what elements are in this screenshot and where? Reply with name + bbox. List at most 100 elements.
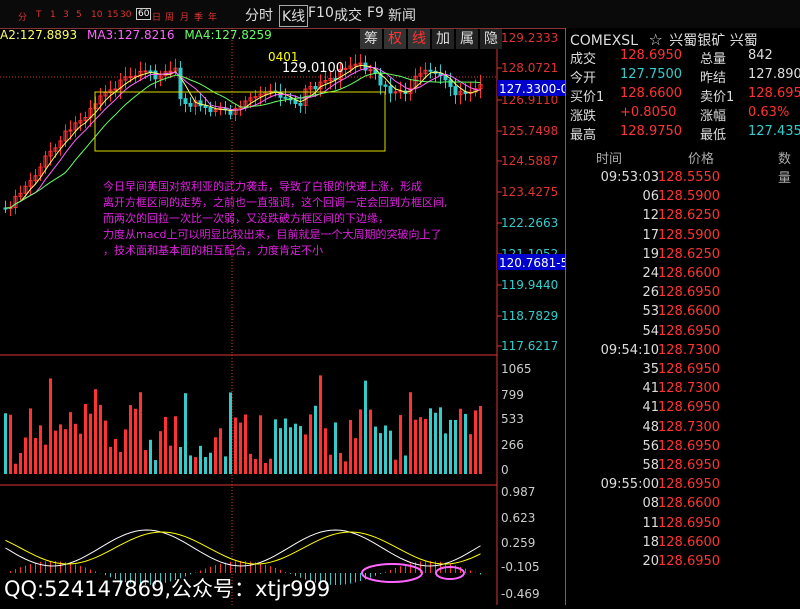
volume-bar xyxy=(404,455,407,474)
candle-body xyxy=(148,70,153,73)
annotation-line-0: 今日早间美国对叙利亚的武力袭击，导致了白银的快速上涨，形成 xyxy=(103,180,422,193)
volume-tick-1: 799 xyxy=(501,388,524,402)
volume-bar xyxy=(329,454,332,474)
period-2[interactable]: 1 xyxy=(50,10,56,20)
period-3[interactable]: 3 xyxy=(63,10,69,20)
kline-chart[interactable]: 129.2333 128.0721 126.9110 125.7498 124.5887… xyxy=(0,27,568,605)
volume-bar xyxy=(159,431,162,474)
period-1[interactable]: T xyxy=(36,10,42,20)
period-9[interactable]: 日 xyxy=(152,10,161,23)
kline-chart-canvas[interactable]: 129.2333128.0721126.9110125.7498124.5887… xyxy=(0,27,568,605)
period-12[interactable]: 季 xyxy=(194,10,203,23)
volume-bar xyxy=(189,455,192,474)
volume-bar xyxy=(54,430,57,474)
volume-bar xyxy=(394,459,397,474)
chart-tag-2[interactable]: 线 xyxy=(408,29,430,49)
volume-bar xyxy=(164,416,167,474)
chart-tag-4[interactable]: 属 xyxy=(456,29,478,49)
volume-bar xyxy=(109,446,112,474)
trade-price: 128.7300 xyxy=(658,419,721,435)
period-7[interactable]: 30 xyxy=(120,10,131,20)
trade-time: 24 xyxy=(642,266,659,281)
trade-time: 26 xyxy=(642,285,659,301)
period-11[interactable]: 月 xyxy=(180,10,189,23)
chart-tag-1[interactable]: 权 xyxy=(384,29,406,49)
chart-tag-0[interactable]: 筹 xyxy=(360,29,382,49)
volume-bar xyxy=(104,420,107,474)
candle-body xyxy=(178,67,183,100)
ma3-value: MA3:127.8216 xyxy=(86,28,175,42)
volume-bar xyxy=(39,425,42,474)
candle-body xyxy=(113,88,118,91)
price-axis: 129.2333128.0721126.9110125.7498124.5887… xyxy=(497,31,558,353)
quote-v1: 128.6950 xyxy=(620,48,683,63)
view-button-5[interactable]: 新闻 xyxy=(388,5,416,25)
macd-tick-3: -0.105 xyxy=(501,560,540,574)
current-price-flag: 127.3300-0 xyxy=(499,82,565,96)
volume-bar xyxy=(244,414,247,474)
ma-legend: A2:127.8893 MA3:127.8216 MA4:127.8259 xyxy=(0,28,300,46)
star-icon[interactable]: ☆ xyxy=(648,30,662,49)
volume-bar xyxy=(274,419,277,474)
period-4[interactable]: 5 xyxy=(76,10,82,20)
trade-price: 128.5900 xyxy=(658,189,721,205)
trade-time: 53 xyxy=(642,304,659,320)
volume-bar xyxy=(434,412,437,474)
volume-bar xyxy=(479,406,482,474)
quote-l1: 最高 xyxy=(570,128,597,143)
view-button-3[interactable]: 成交 xyxy=(334,5,362,25)
trade-price: 128.6600 xyxy=(658,496,721,512)
trade-time: 18 xyxy=(642,534,659,550)
candle-body xyxy=(368,69,373,72)
period-8[interactable]: 60 xyxy=(136,8,152,20)
candle-body xyxy=(128,75,133,78)
volume-bar xyxy=(309,414,312,474)
volume-bar xyxy=(319,375,322,474)
view-button-1[interactable]: K线 xyxy=(279,5,309,27)
trade-time: 09:55:00 xyxy=(600,477,659,493)
trade-time: 09:54:10 xyxy=(600,342,659,358)
trade-header-time: 时间 xyxy=(596,152,623,167)
price-tick-6: 122.2663 xyxy=(501,216,558,230)
trade-time: 58 xyxy=(642,458,659,473)
volume-bar xyxy=(324,428,327,474)
volume-bar xyxy=(204,457,207,474)
candle-body xyxy=(448,79,453,88)
volume-bar xyxy=(44,444,47,474)
period-5[interactable]: 10 xyxy=(91,10,102,20)
trade-row: 08 128.6600 xyxy=(566,496,800,514)
watermark: QQ:524147869,公众号：xtjr999 xyxy=(4,577,331,601)
period-0[interactable]: 分 xyxy=(18,10,27,23)
volume-bar xyxy=(364,380,367,474)
candle-body xyxy=(208,107,213,113)
view-button-2[interactable]: F10 xyxy=(308,5,334,21)
trade-time: 09:53:03 xyxy=(600,170,659,185)
volume-bar xyxy=(444,433,447,474)
period-6[interactable]: 15 xyxy=(107,10,118,20)
volume-bar xyxy=(379,433,382,474)
trade-row: 09:55:00 128.6950 xyxy=(566,477,800,495)
trade-row: 19 128.6250 xyxy=(566,247,800,265)
volume-bar xyxy=(389,430,392,474)
view-button-4[interactable]: F9 xyxy=(367,5,384,21)
trade-price: 128.6950 xyxy=(658,554,721,569)
trade-price: 128.6950 xyxy=(658,400,721,416)
chart-tag-3[interactable]: 加 xyxy=(432,29,454,49)
volume-bar xyxy=(454,419,457,474)
trade-row: 09:54:10 128.7300 xyxy=(566,343,800,361)
trade-price: 128.7300 xyxy=(658,342,721,358)
chart-tag-5[interactable]: 隐 xyxy=(480,29,502,49)
view-button-0[interactable]: 分时 xyxy=(245,5,273,25)
volume-bar xyxy=(384,425,387,474)
quote-row-1: 今开 127.7500 昨结 127.8900 xyxy=(570,67,800,86)
trade-price: 128.6950 xyxy=(658,477,721,493)
period-13[interactable]: 年 xyxy=(208,10,217,23)
candle-body xyxy=(283,96,288,99)
quote-row-3: 涨跌 +0.8050 涨幅 0.63% xyxy=(570,105,800,124)
period-10[interactable]: 周 xyxy=(165,10,174,23)
volume-bar xyxy=(414,419,417,474)
volume-bar xyxy=(194,457,197,474)
volume-bar xyxy=(89,413,92,474)
volume-bar xyxy=(119,451,122,474)
trade-time: 41 xyxy=(642,381,659,397)
